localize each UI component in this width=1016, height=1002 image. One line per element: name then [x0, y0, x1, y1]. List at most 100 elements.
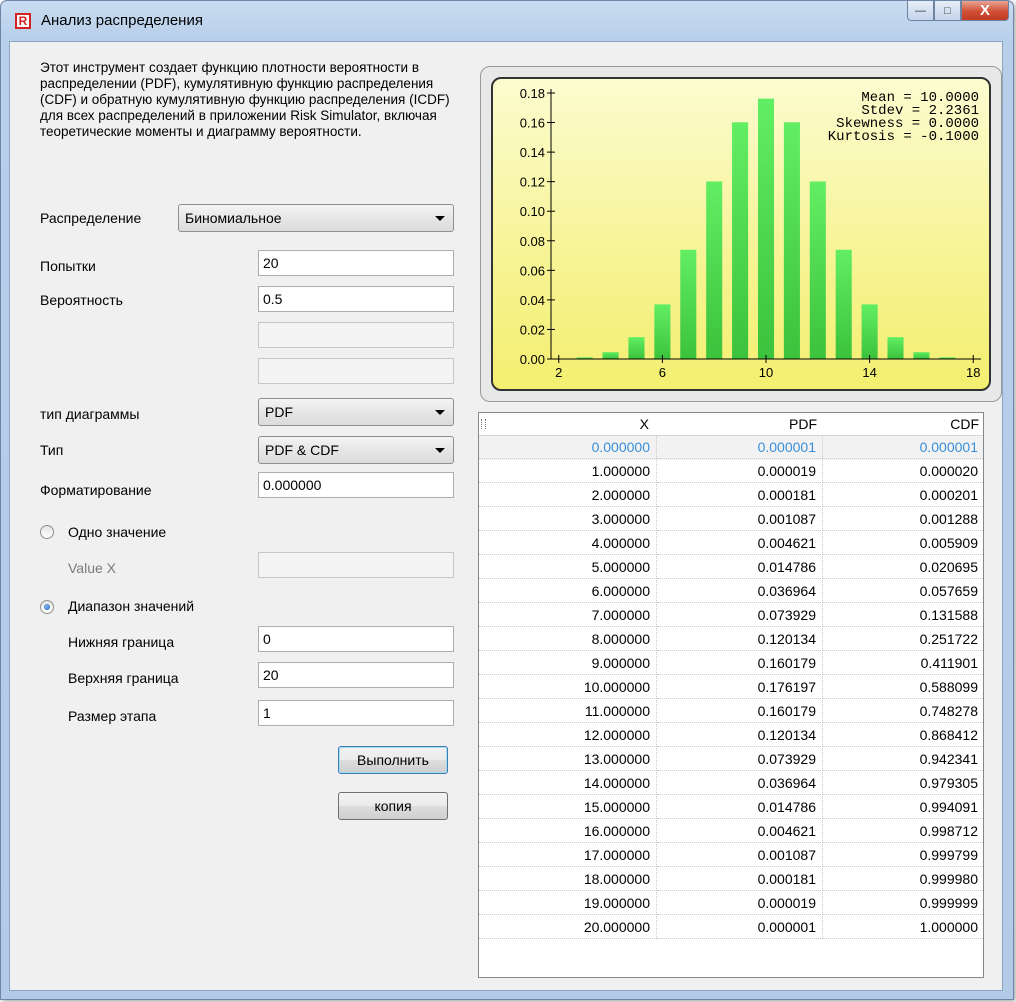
cell-pdf[interactable]: 0.160179	[657, 652, 823, 675]
cell-cdf[interactable]: 0.001288	[823, 508, 983, 531]
cell-cdf[interactable]: 0.057659	[823, 580, 983, 603]
cell-cdf[interactable]: 0.020695	[823, 556, 983, 579]
format-input[interactable]: 0.000000	[258, 472, 454, 498]
minimize-button[interactable]: —	[907, 1, 934, 21]
cell-cdf[interactable]: 0.588099	[823, 676, 983, 699]
cell-x[interactable]: 0.000000	[479, 436, 657, 459]
cell-pdf[interactable]: 0.014786	[657, 556, 823, 579]
close-button[interactable]: X	[961, 1, 1009, 21]
cell-x[interactable]: 1.000000	[479, 460, 657, 483]
table-row[interactable]: 7.000000 0.073929 0.131588	[479, 604, 983, 628]
cell-cdf[interactable]: 0.942341	[823, 748, 983, 771]
table-row[interactable]: 17.000000 0.001087 0.999799	[479, 844, 983, 868]
cell-cdf[interactable]: 0.000201	[823, 484, 983, 507]
cell-cdf[interactable]: 0.131588	[823, 604, 983, 627]
cell-pdf[interactable]: 0.000181	[657, 484, 823, 507]
results-table[interactable]: X PDF CDF 0.000000 0.000001 0.000001 1.0000…	[478, 412, 984, 978]
trials-input[interactable]: 20	[258, 250, 454, 276]
cell-x[interactable]: 3.000000	[479, 508, 657, 531]
table-row[interactable]: 18.000000 0.000181 0.999980	[479, 868, 983, 892]
cell-pdf[interactable]: 0.000181	[657, 868, 823, 891]
table-row[interactable]: 19.000000 0.000019 0.999999	[479, 892, 983, 916]
lower-bound-input[interactable]: 0	[258, 626, 454, 652]
range-radio[interactable]	[40, 600, 54, 614]
cell-pdf[interactable]: 0.000019	[657, 892, 823, 915]
chart-type-dropdown[interactable]: PDF	[258, 398, 454, 426]
cell-pdf[interactable]: 0.036964	[657, 772, 823, 795]
table-row[interactable]: 2.000000 0.000181 0.000201	[479, 484, 983, 508]
cell-pdf[interactable]: 0.000001	[657, 916, 823, 939]
cell-x[interactable]: 10.000000	[479, 676, 657, 699]
title-bar[interactable]: R Анализ распределения — □ X	[1, 1, 1013, 41]
cell-cdf[interactable]: 0.005909	[823, 532, 983, 555]
upper-bound-input[interactable]: 20	[258, 662, 454, 688]
table-row[interactable]: 16.000000 0.004621 0.998712	[479, 820, 983, 844]
cell-pdf[interactable]: 0.073929	[657, 604, 823, 627]
table-row[interactable]: 20.000000 0.000001 1.000000	[479, 916, 983, 940]
copy-button[interactable]: копия	[338, 792, 448, 820]
run-button[interactable]: Выполнить	[338, 746, 448, 774]
table-row[interactable]: 1.000000 0.000019 0.000020	[479, 460, 983, 484]
cell-x[interactable]: 13.000000	[479, 748, 657, 771]
cell-cdf[interactable]: 0.979305	[823, 772, 983, 795]
cell-x[interactable]: 9.000000	[479, 652, 657, 675]
cell-cdf[interactable]: 0.000001	[823, 436, 983, 459]
table-row[interactable]: 0.000000 0.000001 0.000001	[479, 436, 983, 460]
cell-pdf[interactable]: 0.073929	[657, 748, 823, 771]
cell-x[interactable]: 5.000000	[479, 556, 657, 579]
table-row[interactable]: 6.000000 0.036964 0.057659	[479, 580, 983, 604]
cell-pdf[interactable]: 0.004621	[657, 532, 823, 555]
table-row[interactable]: 15.000000 0.014786 0.994091	[479, 796, 983, 820]
cell-cdf[interactable]: 0.998712	[823, 820, 983, 843]
cell-x[interactable]: 18.000000	[479, 868, 657, 891]
cell-x[interactable]: 8.000000	[479, 628, 657, 651]
cell-pdf[interactable]: 0.120134	[657, 724, 823, 747]
table-row[interactable]: 3.000000 0.001087 0.001288	[479, 508, 983, 532]
cell-x[interactable]: 16.000000	[479, 820, 657, 843]
cell-x[interactable]: 4.000000	[479, 532, 657, 555]
parameter-3-input[interactable]	[258, 322, 454, 348]
table-row[interactable]: 12.000000 0.120134 0.868412	[479, 724, 983, 748]
cell-pdf[interactable]: 0.001087	[657, 508, 823, 531]
cell-cdf[interactable]: 0.000020	[823, 460, 983, 483]
cell-x[interactable]: 14.000000	[479, 772, 657, 795]
column-header-cdf[interactable]: CDF	[823, 413, 979, 435]
cell-pdf[interactable]: 0.000001	[657, 436, 823, 459]
cell-pdf[interactable]: 0.000019	[657, 460, 823, 483]
cell-pdf[interactable]: 0.160179	[657, 700, 823, 723]
probability-input[interactable]: 0.5	[258, 286, 454, 312]
table-row[interactable]: 8.000000 0.120134 0.251722	[479, 628, 983, 652]
cell-pdf[interactable]: 0.176197	[657, 676, 823, 699]
parameter-4-input[interactable]	[258, 358, 454, 384]
cell-x[interactable]: 6.000000	[479, 580, 657, 603]
distribution-dropdown[interactable]: Биномиальное	[178, 204, 454, 232]
cell-pdf[interactable]: 0.120134	[657, 628, 823, 651]
step-size-input[interactable]: 1	[258, 700, 454, 726]
cell-cdf[interactable]: 0.748278	[823, 700, 983, 723]
cell-x[interactable]: 11.000000	[479, 700, 657, 723]
table-row[interactable]: 9.000000 0.160179 0.411901	[479, 652, 983, 676]
cell-cdf[interactable]: 0.999799	[823, 844, 983, 867]
cell-x[interactable]: 7.000000	[479, 604, 657, 627]
cell-x[interactable]: 17.000000	[479, 844, 657, 867]
cell-cdf[interactable]: 1.000000	[823, 916, 983, 939]
cell-cdf[interactable]: 0.251722	[823, 628, 983, 651]
cell-cdf[interactable]: 0.868412	[823, 724, 983, 747]
cell-pdf[interactable]: 0.001087	[657, 844, 823, 867]
value-x-input[interactable]	[258, 552, 454, 578]
cell-cdf[interactable]: 0.994091	[823, 796, 983, 819]
cell-pdf[interactable]: 0.036964	[657, 580, 823, 603]
table-row[interactable]: 10.000000 0.176197 0.588099	[479, 676, 983, 700]
cell-pdf[interactable]: 0.004621	[657, 820, 823, 843]
table-row[interactable]: 11.000000 0.160179 0.748278	[479, 700, 983, 724]
cell-x[interactable]: 20.000000	[479, 916, 657, 939]
cell-x[interactable]: 2.000000	[479, 484, 657, 507]
cell-cdf[interactable]: 0.411901	[823, 652, 983, 675]
cell-x[interactable]: 12.000000	[479, 724, 657, 747]
table-row[interactable]: 4.000000 0.004621 0.005909	[479, 532, 983, 556]
cell-pdf[interactable]: 0.014786	[657, 796, 823, 819]
table-row[interactable]: 5.000000 0.014786 0.020695	[479, 556, 983, 580]
column-header-x[interactable]: X	[479, 413, 649, 435]
type-dropdown[interactable]: PDF & CDF	[258, 436, 454, 464]
cell-cdf[interactable]: 0.999999	[823, 892, 983, 915]
